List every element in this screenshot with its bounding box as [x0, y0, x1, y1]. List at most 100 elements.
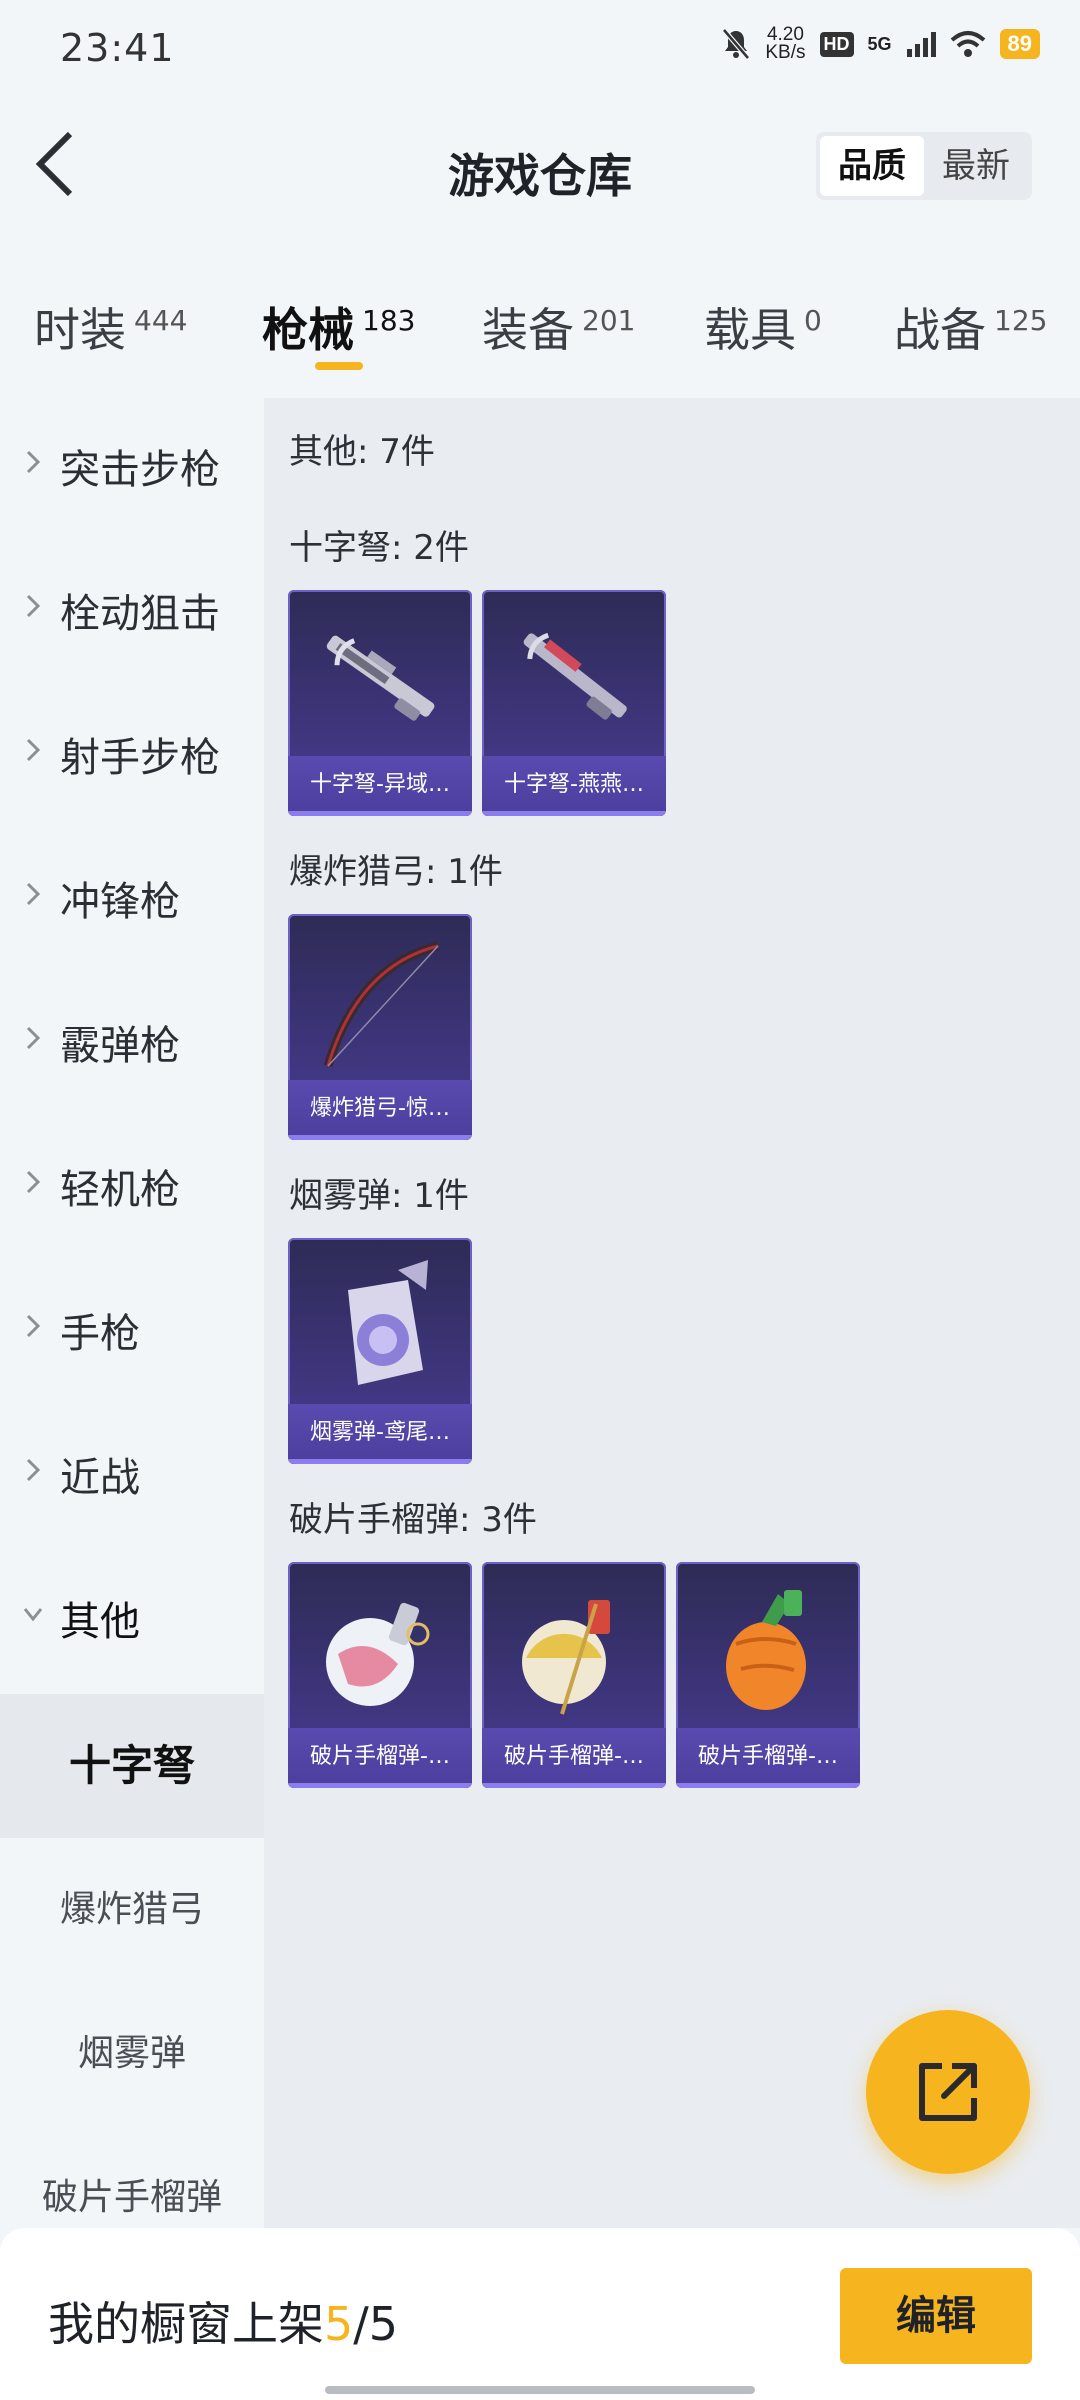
tab-firearms[interactable]: 枪械 183 [262, 294, 415, 360]
edit-button[interactable]: 编辑 [840, 2268, 1032, 2364]
tab-count: 125 [994, 303, 1048, 337]
hd-badge: HD [819, 31, 854, 57]
chevron-right-icon [26, 738, 41, 762]
home-indicator[interactable] [325, 2386, 755, 2394]
side-item-melee[interactable]: 近战 [0, 1406, 264, 1550]
tab-count: 0 [804, 303, 822, 337]
grenade-icon [726, 1590, 806, 1710]
item-caption: 十字弩-燕燕… [482, 756, 666, 816]
side-item-lmg[interactable]: 轻机枪 [0, 1118, 264, 1262]
sub-item-frag-grenade[interactable]: 破片手榴弹 [0, 2126, 264, 2228]
tab-label: 载具 [704, 303, 796, 357]
tab-fashion[interactable]: 时装 444 [34, 294, 187, 360]
item-caption: 破片手榴弹-… [676, 1728, 860, 1788]
side-item-label: 栓动狙击 [60, 591, 220, 637]
side-item-label: 手枪 [60, 1311, 140, 1357]
item-card[interactable]: 烟雾弹-鸢尾… [288, 1238, 472, 1464]
side-item-shotgun[interactable]: 霰弹枪 [0, 974, 264, 1118]
sort-newest-option[interactable]: 最新 [924, 136, 1028, 196]
sub-item-smoke-grenade[interactable]: 烟雾弹 [0, 1982, 264, 2126]
tab-equipment[interactable]: 装备 201 [482, 294, 635, 360]
side-item-label: 其他 [60, 1599, 140, 1645]
side-item-label: 近战 [60, 1455, 140, 1501]
item-caption-text: 爆炸猎弓-惊… [310, 1096, 450, 1121]
side-menu: 突击步枪 栓动狙击 射手步枪 冲锋枪 霰弹枪 轻机枪 手枪 近战 其他 十字弩 … [0, 398, 264, 2228]
chevron-right-icon [26, 1458, 41, 1482]
item-caption: 破片手榴弹-… [482, 1728, 666, 1788]
item-card[interactable]: 十字弩-燕燕… [482, 590, 666, 816]
tab-count: 183 [362, 303, 416, 337]
tab-label: 战备 [894, 303, 986, 357]
group-title: 十字弩: 2件 [289, 528, 469, 568]
item-content: 其他: 7件 十字弩: 2件 十字弩-异域… 十字弩-燕燕… 爆炸猎弓: 1件 [264, 398, 1080, 2228]
share-fab-button[interactable] [866, 2010, 1030, 2174]
showcase-label: 我的橱窗上架 [48, 2297, 324, 2351]
tab-vehicles[interactable]: 载具 0 [704, 294, 822, 360]
grenade-icon [522, 1600, 610, 1715]
item-caption-text: 破片手榴弹-… [310, 1744, 450, 1769]
network-type: 5G [867, 33, 892, 54]
sub-item-explosive-bow[interactable]: 爆炸猎弓 [0, 1838, 264, 1982]
item-caption-text: 烟雾弹-鸢尾… [310, 1420, 450, 1445]
sub-item-crossbow[interactable]: 十字弩 [0, 1694, 264, 1838]
crossbow-icon [326, 635, 435, 721]
showcase-total: 5 [368, 2297, 399, 2351]
tab-label: 装备 [482, 303, 574, 357]
showcase-status: 我的橱窗上架5/5 [48, 2288, 398, 2354]
chevron-right-icon [26, 450, 41, 474]
tab-tactical[interactable]: 战备 125 [894, 294, 1047, 360]
active-tab-indicator [315, 362, 363, 370]
mute-bell-icon [722, 28, 751, 60]
chevron-right-icon [26, 882, 41, 906]
item-card[interactable]: 破片手榴弹-… [482, 1562, 666, 1788]
sort-quality-option[interactable]: 品质 [820, 136, 924, 196]
item-card[interactable]: 爆炸猎弓-惊… [288, 914, 472, 1140]
network-speed: 4.20 KB/s [765, 25, 806, 63]
item-caption: 十字弩-异域… [288, 756, 472, 816]
item-caption-text: 十字弩-异域… [310, 772, 450, 797]
side-item-label: 射手步枪 [60, 735, 220, 781]
category-tabs: 时装 444 枪械 183 装备 201 载具 0 战备 125 [0, 280, 1080, 390]
speed-unit: KB/s [765, 42, 806, 63]
grenade-icon [326, 1602, 430, 1706]
battery-indicator: 89 [999, 29, 1040, 59]
chevron-right-icon [26, 594, 41, 618]
chevron-down-icon [23, 1608, 43, 1622]
showcase-separator: / [353, 2297, 369, 2351]
item-caption: 爆炸猎弓-惊… [288, 1080, 472, 1140]
item-caption-text: 十字弩-燕燕… [504, 772, 644, 797]
side-item-bolt-sniper[interactable]: 栓动狙击 [0, 542, 264, 686]
status-bar: 23:41 4.20 KB/s HD 5G 89 [0, 0, 1080, 84]
tab-label: 枪械 [262, 303, 354, 357]
tab-count: 201 [582, 303, 636, 337]
chevron-right-icon [26, 1170, 41, 1194]
header: 游戏仓库 品质 最新 [0, 84, 1080, 254]
side-item-assault-rifle[interactable]: 突击步枪 [0, 398, 264, 542]
side-item-label: 突击步枪 [60, 447, 220, 493]
bow-icon [323, 941, 440, 1068]
bottom-bar: 我的橱窗上架5/5 编辑 [0, 2228, 1080, 2400]
item-caption: 烟雾弹-鸢尾… [288, 1404, 472, 1464]
signal-icon [906, 32, 936, 57]
summary-count: 其他: 7件 [289, 432, 435, 472]
crossbow-icon [523, 632, 627, 720]
side-item-other[interactable]: 其他 [0, 1550, 264, 1694]
wifi-icon [950, 31, 985, 57]
showcase-current: 5 [324, 2297, 354, 2351]
side-item-label: 冲锋枪 [60, 879, 180, 925]
item-caption-text: 破片手榴弹-… [698, 1744, 838, 1769]
chevron-right-icon [26, 1314, 41, 1338]
side-item-smg[interactable]: 冲锋枪 [0, 830, 264, 974]
item-caption-text: 破片手榴弹-… [504, 1744, 644, 1769]
share-icon [919, 2063, 977, 2121]
status-time: 23:41 [60, 26, 175, 70]
tab-label: 时装 [34, 303, 126, 357]
side-item-label: 霰弹枪 [60, 1023, 180, 1069]
group-title: 破片手榴弹: 3件 [289, 1500, 537, 1540]
item-card[interactable]: 破片手榴弹-… [676, 1562, 860, 1788]
item-card[interactable]: 十字弩-异域… [288, 590, 472, 816]
chevron-right-icon [26, 1026, 41, 1050]
item-card[interactable]: 破片手榴弹-… [288, 1562, 472, 1788]
side-item-pistol[interactable]: 手枪 [0, 1262, 264, 1406]
side-item-marksman-rifle[interactable]: 射手步枪 [0, 686, 264, 830]
